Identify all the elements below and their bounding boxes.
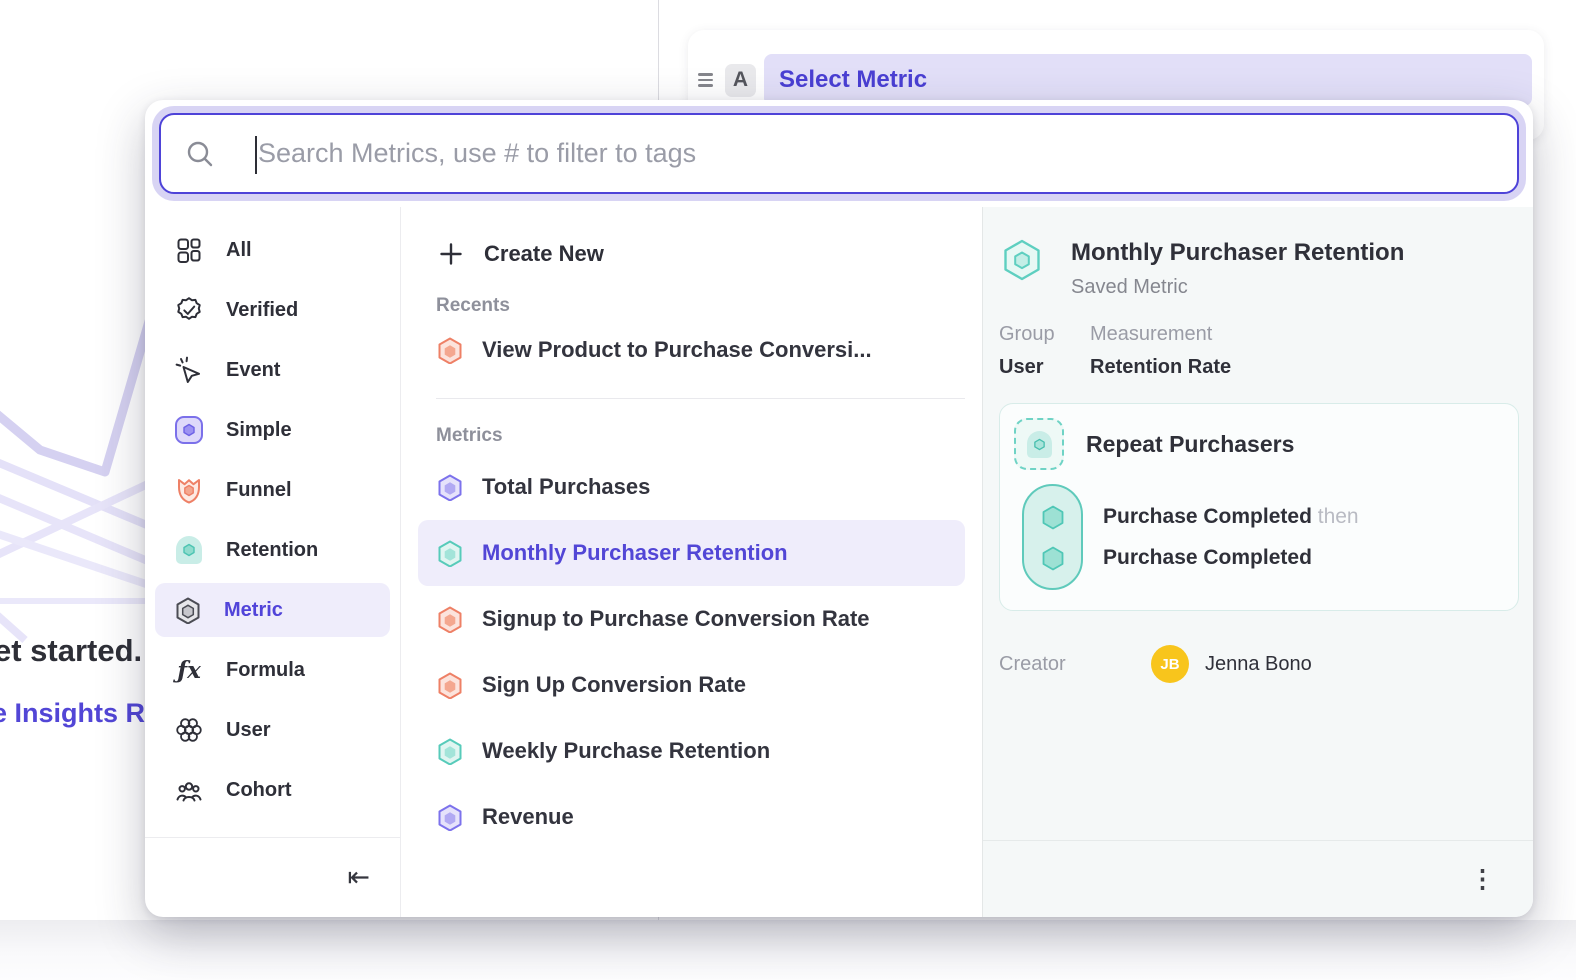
definition-card: Repeat Purchasers	[999, 403, 1519, 611]
retention-arch-icon	[174, 535, 204, 565]
screen: et started. e Insights Re A Select Metri…	[0, 0, 1576, 980]
background-headline-fragment: et started.	[0, 633, 142, 669]
metric-item-label: Monthly Purchaser Retention	[482, 540, 788, 566]
sidebar-item-label: Event	[226, 359, 280, 382]
step-1: Purchase Completed then	[1103, 503, 1359, 530]
then-connector: then	[1312, 505, 1359, 528]
sidebar-item-label: Retention	[226, 539, 318, 562]
measurement-value: Retention Rate	[1090, 356, 1231, 379]
step-hexagon-icon	[1040, 504, 1066, 530]
sidebar-item-label: Verified	[226, 299, 298, 322]
select-metric-field[interactable]: Select Metric	[764, 54, 1532, 106]
metric-hexagon-icon	[436, 803, 464, 831]
creator-label: Creator	[999, 653, 1151, 676]
sidebar-item-label: Funnel	[226, 479, 292, 502]
category-sidebar: All Verified	[145, 207, 401, 917]
sidebar-item-label: User	[226, 719, 270, 742]
create-new-button[interactable]: Create New	[436, 227, 965, 281]
series-letter-badge: A	[725, 64, 756, 97]
creator-name: Jenna Bono	[1205, 653, 1312, 676]
avatar: JB	[1151, 645, 1189, 683]
sidebar-item-metric[interactable]: Metric	[155, 583, 390, 637]
metric-item-label: Weekly Purchase Retention	[482, 738, 770, 764]
details-footer: ⋮	[983, 840, 1533, 917]
cohort-people-icon	[174, 775, 204, 805]
step-hexagon-icon	[1040, 545, 1066, 571]
metric-details-panel: Monthly Purchaser Retention Saved Metric…	[982, 207, 1533, 917]
group-value: User	[999, 356, 1090, 379]
sidebar-item-verified[interactable]: Verified	[155, 283, 390, 337]
details-title: Monthly Purchaser Retention	[1071, 237, 1404, 267]
cursor-sparkle-icon	[174, 355, 204, 385]
saved-metric-hexagon-icon	[999, 237, 1045, 299]
metrics-heading: Metrics	[436, 425, 965, 447]
page-bottom-strip	[0, 920, 1576, 980]
sidebar-item-label: Cohort	[226, 779, 292, 802]
sidebar-item-cohort[interactable]: Cohort	[155, 763, 390, 817]
sidebar-item-label: Metric	[224, 599, 283, 622]
definition-name: Repeat Purchasers	[1086, 431, 1294, 458]
funnel-metric-hexagon-icon	[436, 671, 464, 699]
metric-hexagon-icon	[436, 473, 464, 501]
sidebar-item-event[interactable]: Event	[155, 343, 390, 397]
sidebar-item-funnel[interactable]: Funnel	[155, 463, 390, 517]
formula-fx-icon: ƒx	[174, 655, 204, 685]
retention-metric-hexagon-icon	[436, 737, 464, 765]
background-link-fragment[interactable]: e Insights Re	[0, 698, 160, 729]
sidebar-item-all[interactable]: All	[155, 223, 390, 277]
retention-definition-icon	[1014, 418, 1064, 470]
metric-item-weekly-purchase-retention[interactable]: Weekly Purchase Retention	[418, 718, 965, 784]
sidebar-item-user[interactable]: User	[155, 703, 390, 757]
sidebar-item-label: Formula	[226, 659, 305, 682]
search-input[interactable]	[161, 115, 1517, 192]
measurement-label: Measurement	[1090, 323, 1231, 346]
details-subtitle: Saved Metric	[1071, 276, 1404, 299]
plus-icon	[436, 239, 466, 269]
search-icon	[185, 139, 215, 169]
sidebar-item-retention[interactable]: Retention	[155, 523, 390, 577]
list-divider	[436, 398, 965, 399]
kebab-menu-icon[interactable]: ⋮	[1470, 867, 1495, 892]
metric-item-sign-up-conversion[interactable]: Sign Up Conversion Rate	[418, 652, 965, 718]
search-area	[145, 100, 1533, 207]
verified-badge-icon	[174, 295, 204, 325]
sidebar-item-label: Simple	[226, 419, 292, 442]
search-field[interactable]	[159, 113, 1519, 194]
simple-metric-icon	[174, 415, 204, 445]
funnel-icon	[174, 475, 204, 505]
funnel-metric-hexagon-icon	[436, 605, 464, 633]
sidebar-footer: ⇤	[145, 837, 400, 917]
recents-heading: Recents	[436, 295, 965, 317]
retention-metric-hexagon-icon	[436, 539, 464, 567]
user-cluster-icon	[174, 715, 204, 745]
metric-picker-modal: All Verified	[145, 100, 1533, 917]
funnel-metric-hexagon-icon	[436, 336, 464, 364]
metric-item-label: Signup to Purchase Conversion Rate	[482, 606, 870, 632]
step-2: Purchase Completed	[1103, 544, 1359, 571]
recent-item[interactable]: View Product to Purchase Conversi...	[418, 317, 965, 383]
metric-item-total-purchases[interactable]: Total Purchases	[418, 454, 965, 520]
create-new-label: Create New	[484, 241, 604, 267]
grid-icon	[174, 235, 204, 265]
group-label: Group	[999, 323, 1090, 346]
metric-item-revenue[interactable]: Revenue	[418, 784, 965, 850]
metric-item-label: Revenue	[482, 804, 574, 830]
metric-hexagon-icon	[174, 596, 202, 624]
metric-item-monthly-purchaser-retention[interactable]: Monthly Purchaser Retention	[418, 520, 965, 586]
metric-item-signup-to-purchase[interactable]: Signup to Purchase Conversion Rate	[418, 586, 965, 652]
metric-item-label: Total Purchases	[482, 474, 650, 500]
recent-item-label: View Product to Purchase Conversi...	[482, 337, 872, 363]
metric-item-label: Sign Up Conversion Rate	[482, 672, 746, 698]
sidebar-item-label: All	[226, 239, 252, 262]
metric-list: Create New Recents View Product to Purch…	[401, 207, 982, 917]
drag-handle-icon[interactable]	[694, 67, 717, 93]
sidebar-item-formula[interactable]: ƒx Formula	[155, 643, 390, 697]
collapse-left-icon[interactable]: ⇤	[347, 864, 370, 891]
step-sequence-pill	[1022, 484, 1083, 590]
creator-row: Creator JB Jenna Bono	[999, 645, 1519, 683]
text-caret	[255, 136, 257, 174]
sidebar-item-simple[interactable]: Simple	[155, 403, 390, 457]
